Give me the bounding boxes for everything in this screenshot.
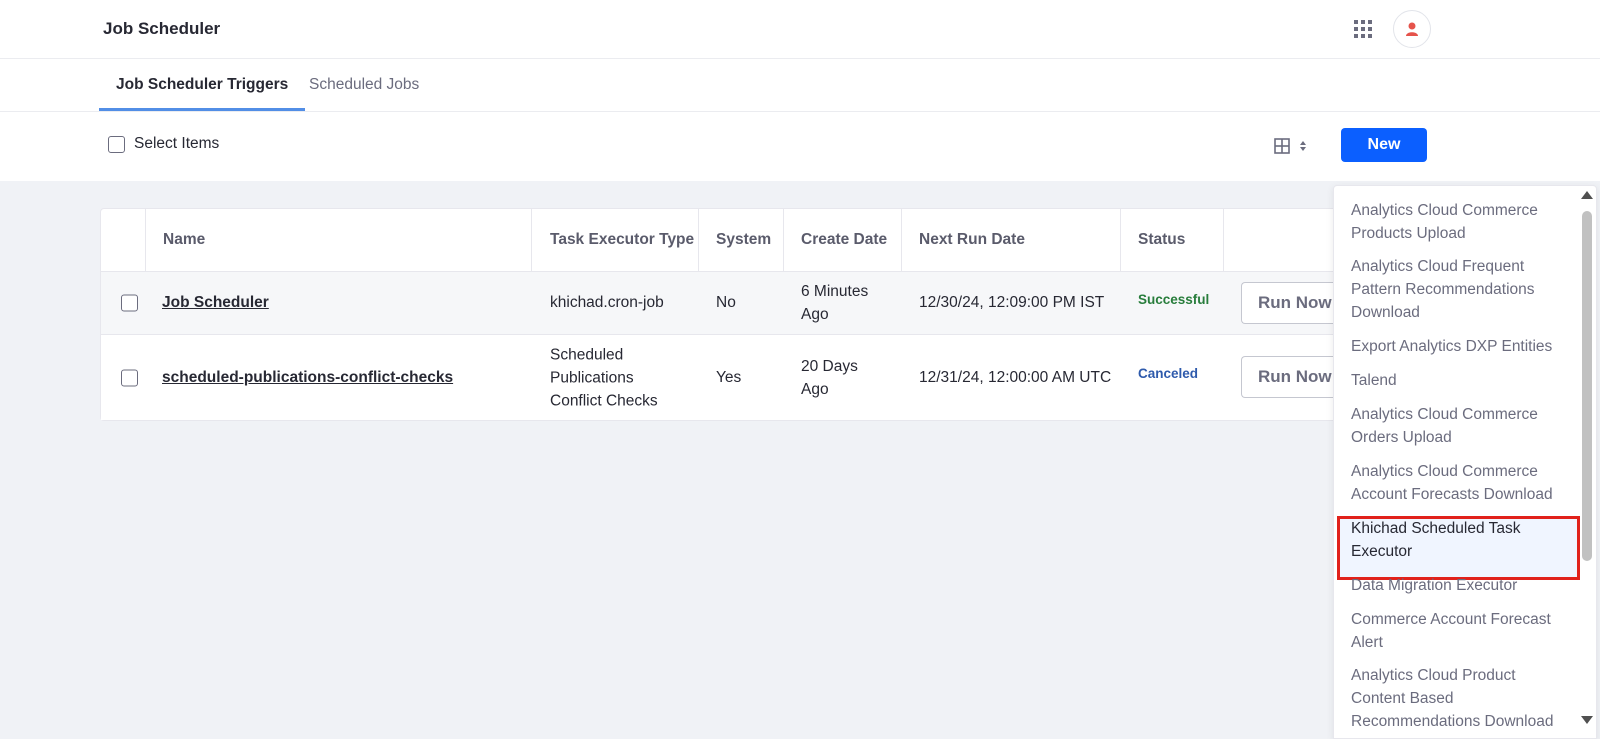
dropdown-item[interactable]: Data Migration Executor [1351,574,1571,597]
tab-scheduled-jobs[interactable]: Scheduled Jobs [309,59,419,111]
page-title: Job Scheduler [103,19,221,38]
row-executor-type: Scheduled Publications Conflict Checks [550,343,658,412]
dropdown-item-text: Talend [1351,372,1397,389]
dropdown-item[interactable]: Analytics Cloud Commerce Account Forecas… [1351,460,1571,506]
row-create-date: 20 Days Ago [801,355,858,401]
scrollbar-thumb[interactable] [1582,211,1592,561]
dropdown-item-text: Content Based [1351,690,1454,707]
apps-grid-icon[interactable] [1354,20,1372,38]
scroll-up-arrow-icon[interactable] [1581,191,1593,199]
executor-type-line: Publications [550,369,634,386]
select-items-label: Select Items [134,135,220,152]
dropdown-item-khichad-scheduled-task-executor[interactable]: Khichad Scheduled Task Executor [1351,517,1571,563]
dropdown-item[interactable]: Analytics Cloud Frequent Pattern Recomme… [1351,255,1571,324]
executor-type-line: Scheduled [550,346,624,363]
dropdown-item[interactable]: Analytics Cloud Product Content Based Re… [1351,664,1571,733]
column-header-status[interactable]: Status [1138,209,1185,271]
dropdown-item-text: Pattern Recommendations [1351,281,1535,298]
create-date-line: Ago [801,306,829,323]
user-icon [1406,22,1418,36]
executor-type-line: Conflict Checks [550,392,658,409]
table-row: scheduled-publications-conflict-checks S… [101,335,1341,420]
select-items-control[interactable]: Select Items [108,135,219,153]
dropdown-item-text: Export Analytics DXP Entities [1351,338,1553,355]
top-bar: Job Scheduler [0,0,1600,59]
dropdown-item[interactable]: Export Analytics DXP Entities [1351,335,1571,358]
dropdown-item-text: Account Forecasts Download [1351,486,1553,503]
new-button[interactable]: New [1341,128,1427,162]
user-avatar-button[interactable] [1393,10,1431,48]
dropdown-item-text: Analytics Cloud Commerce [1351,202,1538,219]
column-header-executor-type[interactable]: Task Executor Type [550,209,694,271]
dropdown-item-text: Data Migration Executor [1351,577,1518,594]
scroll-down-arrow-icon[interactable] [1581,716,1593,724]
dropdown-item-text: Khichad Scheduled Task [1351,520,1521,537]
new-trigger-dropdown-menu: Analytics Cloud Commerce Products Upload… [1333,185,1597,739]
row-name-link[interactable]: Job Scheduler [162,294,269,312]
dropdown-item-text: Recommendations Download [1351,713,1554,730]
dropdown-item-text: Download [1351,304,1420,321]
column-header-next-run-date[interactable]: Next Run Date [919,209,1025,271]
select-all-checkbox[interactable] [108,135,125,153]
row-create-date: 6 Minutes Ago [801,280,868,326]
dropdown-item[interactable]: Commerce Account Forecast Alert [1351,608,1571,654]
tab-bar: Job Scheduler Triggers Scheduled Jobs [0,59,1600,112]
caret-double-icon [1300,141,1306,151]
row-system: No [716,294,736,311]
dropdown-item-text: Analytics Cloud Commerce [1351,406,1538,423]
dropdown-item[interactable]: Talend [1351,369,1571,392]
row-executor-type: khichad.cron-job [550,294,664,311]
create-date-line: 20 Days [801,357,858,375]
dropdown-item-text: Orders Upload [1351,429,1452,446]
dropdown-item-text: Analytics Cloud Product [1351,667,1516,684]
view-type-toggle[interactable] [1274,138,1307,154]
row-system: Yes [716,368,742,386]
table-header: Name Task Executor Type System Create Da… [101,209,1339,272]
column-header-system[interactable]: System [716,209,771,271]
status-badge: Successful [1138,292,1210,307]
dropdown-item-text: Analytics Cloud Frequent [1351,258,1525,275]
status-badge: Canceled [1138,366,1199,381]
column-header-create-date[interactable]: Create Date [801,209,887,271]
dropdown-item-text: Commerce Account Forecast [1351,611,1551,628]
management-toolbar: Select Items New [0,112,1600,181]
column-header-name[interactable]: Name [163,209,205,271]
dropdown-item-text: Products Upload [1351,225,1466,242]
dropdown-item-text: Analytics Cloud Commerce [1351,463,1538,480]
create-date-line: 6 Minutes [801,283,869,300]
table-view-icon [1274,138,1290,154]
dropdown-item-text: Alert [1351,634,1383,651]
dropdown-item-text: Executor [1351,543,1413,560]
tab-job-scheduler-triggers[interactable]: Job Scheduler Triggers [99,59,306,111]
run-now-button[interactable]: Run Now [1241,356,1341,398]
row-checkbox[interactable] [121,294,138,312]
table-row: Job Scheduler khichad.cron-job No 6 Minu… [101,272,1341,335]
row-next-run-date: 12/31/24, 12:00:00 AM UTC [919,368,1112,386]
row-next-run-date: 12/30/24, 12:09:00 PM IST [919,294,1105,311]
row-checkbox[interactable] [121,369,138,386]
dropdown-item[interactable]: Analytics Cloud Commerce Orders Upload [1351,403,1571,449]
triggers-table: Name Task Executor Type System Create Da… [100,208,1341,421]
run-now-button[interactable]: Run Now [1241,282,1341,324]
dropdown-item[interactable]: Analytics Cloud Commerce Products Upload [1351,199,1571,245]
row-name-link[interactable]: scheduled-publications-conflict-checks [162,369,453,387]
create-date-line: Ago [801,380,829,398]
